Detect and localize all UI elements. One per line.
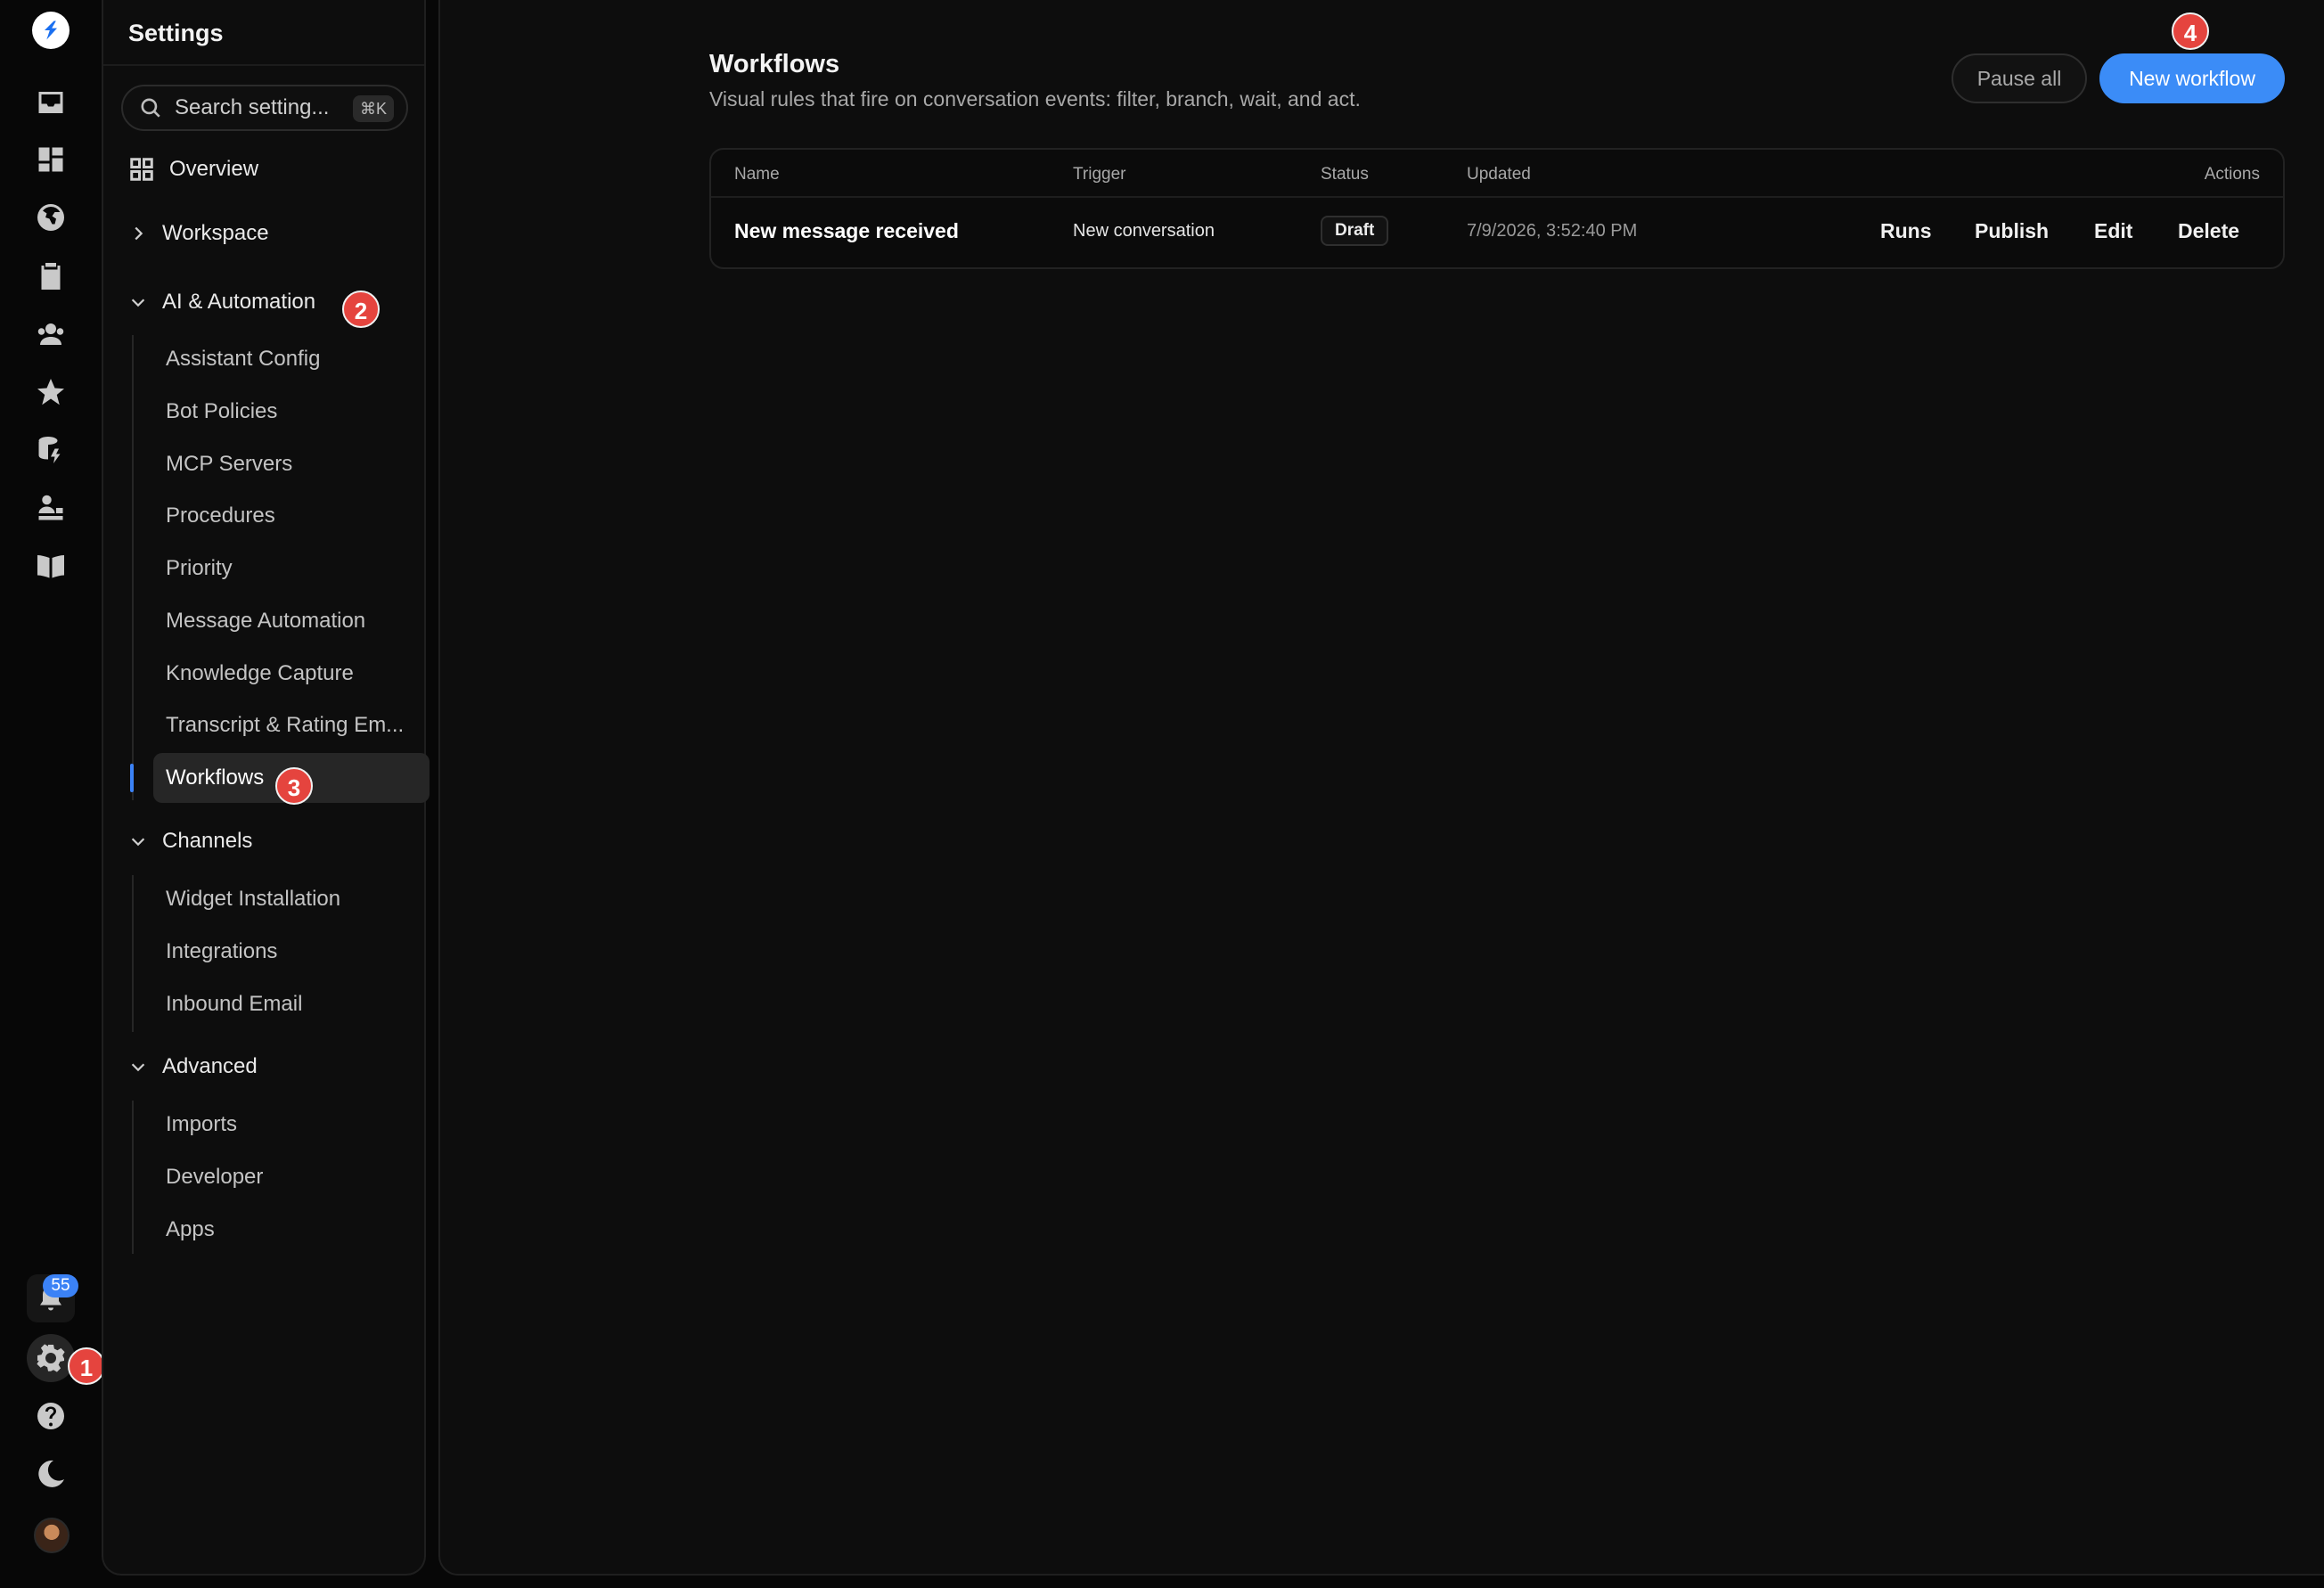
nav-group-ai-automation-label: AI & Automation: [162, 290, 316, 314]
settings-title: Settings: [128, 20, 224, 46]
nav-overview-label: Overview: [169, 157, 259, 181]
user-desk-icon[interactable]: [27, 484, 75, 532]
dashboard-icon[interactable]: [27, 135, 75, 184]
step-marker-3: 3: [275, 767, 313, 805]
sidebar-item-assistant-config[interactable]: Assistant Config: [153, 334, 430, 384]
settings-panel: Settings ⌘K Overview Workspace AI & Auto…: [102, 0, 430, 1576]
publish-button[interactable]: Publish: [1975, 219, 2049, 243]
workflows-table: Name Trigger Status Updated Actions New …: [709, 148, 2285, 269]
help-icon[interactable]: [27, 1392, 75, 1440]
inbox-icon[interactable]: [27, 78, 75, 127]
chevron-right-icon: [135, 226, 143, 241]
group-indent-line: [132, 875, 134, 1032]
pause-all-button[interactable]: Pause all: [1952, 53, 2087, 103]
sidebar-item-widget-installation[interactable]: Widget Installation: [153, 874, 430, 924]
row-name-cell[interactable]: New message received: [734, 219, 959, 243]
nav-overview[interactable]: Overview: [128, 156, 258, 183]
sidebar-item-inbound-email[interactable]: Inbound Email: [153, 979, 430, 1029]
row-updated-cell: 7/9/2026, 3:52:40 PM: [1467, 221, 1638, 241]
sidebar-item-developer[interactable]: Developer: [153, 1152, 430, 1202]
app-logo-icon[interactable]: [32, 12, 70, 49]
chevron-down-icon: [131, 838, 145, 847]
sidebar-item-priority[interactable]: Priority: [153, 544, 430, 593]
column-header-name[interactable]: Name: [734, 165, 780, 184]
edit-button[interactable]: Edit: [2094, 219, 2132, 243]
chevron-down-icon: [131, 299, 145, 307]
database-bolt-icon[interactable]: [27, 426, 75, 474]
notification-count-badge: 55: [43, 1274, 78, 1297]
divider: [103, 64, 424, 66]
user-avatar[interactable]: [34, 1518, 70, 1553]
row-trigger-cell: New conversation: [1073, 221, 1215, 241]
nav-group-channels[interactable]: Channels: [128, 829, 252, 854]
nav-workspace[interactable]: Workspace: [128, 221, 269, 246]
nav-group-advanced-label: Advanced: [162, 1054, 258, 1078]
column-header-updated[interactable]: Updated: [1467, 165, 1531, 184]
sidebar-item-mcp-servers[interactable]: MCP Servers: [153, 439, 430, 489]
sidebar-item-apps[interactable]: Apps: [153, 1205, 430, 1255]
book-icon[interactable]: [27, 542, 75, 590]
sidebar-item-message-automation[interactable]: Message Automation: [153, 596, 430, 646]
group-indent-line: [132, 1101, 134, 1254]
sidebar-item-transcript-rating[interactable]: Transcript & Rating Em...: [153, 700, 430, 750]
grid-icon: [130, 158, 153, 181]
delete-button[interactable]: Delete: [2178, 219, 2239, 243]
settings-search[interactable]: ⌘K: [121, 85, 408, 131]
nav-group-ai-automation[interactable]: AI & Automation: [128, 290, 315, 315]
search-shortcut-badge: ⌘K: [352, 95, 394, 122]
team-icon[interactable]: [27, 310, 75, 358]
nav-group-advanced[interactable]: Advanced: [128, 1054, 258, 1079]
table-header: Name Trigger Status Updated Actions: [711, 150, 2283, 198]
page-subtitle: Visual rules that fire on conversation e…: [709, 87, 1361, 111]
settings-gear-icon[interactable]: [27, 1334, 75, 1382]
runs-button[interactable]: Runs: [1880, 219, 1932, 243]
new-workflow-button[interactable]: New workflow: [2099, 53, 2285, 103]
column-header-actions: Actions: [2204, 165, 2260, 184]
nav-group-channels-label: Channels: [162, 829, 253, 853]
group-indent-line: [132, 335, 134, 800]
step-marker-1: 1: [68, 1347, 105, 1385]
column-header-status[interactable]: Status: [1321, 165, 1369, 184]
status-badge: Draft: [1321, 216, 1389, 246]
clipboard-icon[interactable]: [27, 252, 75, 300]
star-icon[interactable]: [27, 368, 75, 416]
step-marker-2: 2: [342, 291, 380, 328]
sidebar-item-imports[interactable]: Imports: [153, 1100, 430, 1150]
sidebar-item-integrations[interactable]: Integrations: [153, 927, 430, 977]
search-icon: [141, 98, 160, 118]
moon-icon[interactable]: [27, 1450, 75, 1498]
settings-search-input[interactable]: [175, 95, 344, 120]
sidebar-item-bot-policies[interactable]: Bot Policies: [153, 387, 430, 437]
column-header-trigger[interactable]: Trigger: [1073, 165, 1125, 184]
nav-workspace-label: Workspace: [162, 221, 269, 245]
step-marker-4: 4: [2172, 12, 2209, 50]
page-title: Workflows: [709, 50, 840, 78]
sidebar-item-procedures[interactable]: Procedures: [153, 491, 430, 541]
active-item-indicator: [130, 764, 134, 792]
sidebar-item-knowledge-capture[interactable]: Knowledge Capture: [153, 649, 430, 699]
globe-icon[interactable]: [27, 193, 75, 241]
chevron-down-icon: [131, 1063, 145, 1072]
